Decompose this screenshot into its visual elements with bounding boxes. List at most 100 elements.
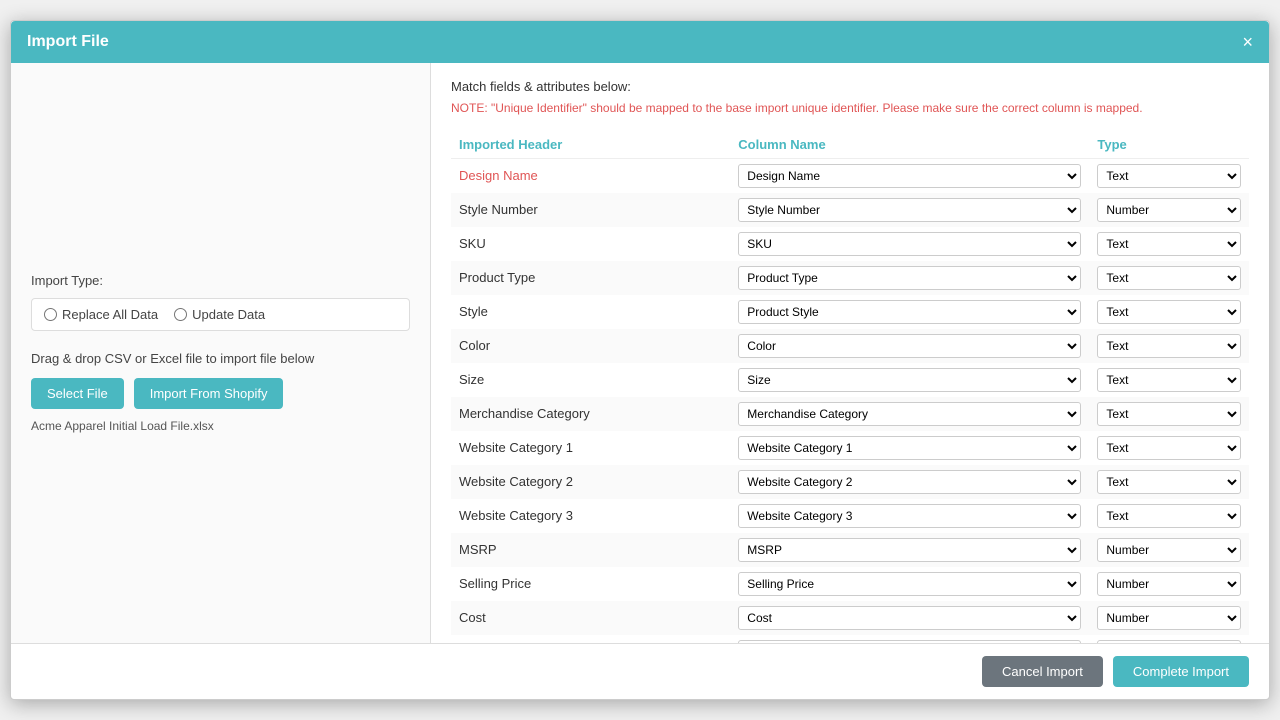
modal-title: Import File	[27, 33, 109, 51]
imported-header-cell: Merchandise Category	[451, 397, 730, 431]
type-cell: TextNumberDateBoolean	[1089, 635, 1249, 643]
column-name-cell: Design NameStyle NumberSKUProduct TypePr…	[730, 499, 1089, 533]
imported-header-cell: Best Seller Flag	[451, 635, 730, 643]
type-cell: TextNumberDateBoolean	[1089, 363, 1249, 397]
file-button-row: Select File Import From Shopify	[31, 378, 410, 409]
update-data-radio[interactable]	[174, 308, 187, 321]
note-text: NOTE: "Unique Identifier" should be mapp…	[451, 100, 1249, 117]
column-name-cell: Design NameStyle NumberSKUProduct TypePr…	[730, 227, 1089, 261]
column-name-cell: Design NameStyle NumberSKUProduct TypePr…	[730, 635, 1089, 643]
type-cell: TextNumberDateBoolean	[1089, 431, 1249, 465]
type-select[interactable]: TextNumberDateBoolean	[1097, 470, 1241, 494]
type-cell: TextNumberDateBoolean	[1089, 329, 1249, 363]
type-cell: TextNumberDateBoolean	[1089, 567, 1249, 601]
column-name-select[interactable]: Design NameStyle NumberSKUProduct TypePr…	[738, 402, 1081, 426]
imported-header-cell: Style	[451, 295, 730, 329]
imported-header-cell: Product Type	[451, 261, 730, 295]
column-name-cell: Design NameStyle NumberSKUProduct TypePr…	[730, 329, 1089, 363]
type-cell: TextNumberDateBoolean	[1089, 499, 1249, 533]
column-name-select[interactable]: Design NameStyle NumberSKUProduct TypePr…	[738, 470, 1081, 494]
field-mapping-table: Imported Header Column Name Type Design …	[451, 131, 1249, 643]
type-cell: TextNumberDateBoolean	[1089, 465, 1249, 499]
imported-header-cell: Cost	[451, 601, 730, 635]
column-name-select[interactable]: Design NameStyle NumberSKUProduct TypePr…	[738, 606, 1081, 630]
modal-footer: Cancel Import Complete Import	[11, 643, 1269, 699]
close-button[interactable]: ×	[1242, 33, 1253, 51]
imported-header-cell: Design Name	[451, 158, 730, 193]
imported-header-cell: SKU	[451, 227, 730, 261]
left-panel: Import Type: Replace All Data Update Dat…	[11, 63, 431, 643]
type-col: Type	[1089, 131, 1249, 159]
type-select[interactable]: TextNumberDateBoolean	[1097, 368, 1241, 392]
imported-header-cell: Color	[451, 329, 730, 363]
column-name-select[interactable]: Design NameStyle NumberSKUProduct TypePr…	[738, 266, 1081, 290]
replace-all-radio[interactable]	[44, 308, 57, 321]
column-name-col: Column Name	[730, 131, 1089, 159]
type-cell: TextNumberDateBoolean	[1089, 193, 1249, 227]
file-name-display: Acme Apparel Initial Load File.xlsx	[31, 419, 410, 433]
column-name-cell: Design NameStyle NumberSKUProduct TypePr…	[730, 193, 1089, 227]
select-file-button[interactable]: Select File	[31, 378, 124, 409]
column-name-cell: Design NameStyle NumberSKUProduct TypePr…	[730, 158, 1089, 193]
column-name-cell: Design NameStyle NumberSKUProduct TypePr…	[730, 567, 1089, 601]
column-name-select[interactable]: Design NameStyle NumberSKUProduct TypePr…	[738, 504, 1081, 528]
type-select[interactable]: TextNumberDateBoolean	[1097, 504, 1241, 528]
type-select[interactable]: TextNumberDateBoolean	[1097, 572, 1241, 596]
column-name-select[interactable]: Design NameStyle NumberSKUProduct TypePr…	[738, 198, 1081, 222]
column-name-select[interactable]: Design NameStyle NumberSKUProduct TypePr…	[738, 572, 1081, 596]
type-select[interactable]: TextNumberDateBoolean	[1097, 538, 1241, 562]
update-data-radio-label[interactable]: Update Data	[174, 307, 265, 322]
replace-all-radio-label[interactable]: Replace All Data	[44, 307, 158, 322]
imported-header-cell: Website Category 1	[451, 431, 730, 465]
column-name-select[interactable]: Design NameStyle NumberSKUProduct TypePr…	[738, 436, 1081, 460]
type-select[interactable]: TextNumberDateBoolean	[1097, 436, 1241, 460]
match-fields-title: Match fields & attributes below:	[451, 79, 1249, 94]
column-name-select[interactable]: Design NameStyle NumberSKUProduct TypePr…	[738, 232, 1081, 256]
type-select[interactable]: TextNumberDateBoolean	[1097, 300, 1241, 324]
column-name-cell: Design NameStyle NumberSKUProduct TypePr…	[730, 397, 1089, 431]
type-select[interactable]: TextNumberDateBoolean	[1097, 334, 1241, 358]
imported-header-cell: Website Category 3	[451, 499, 730, 533]
modal-body: Import Type: Replace All Data Update Dat…	[11, 63, 1269, 643]
column-name-select[interactable]: Design NameStyle NumberSKUProduct TypePr…	[738, 164, 1081, 188]
type-cell: TextNumberDateBoolean	[1089, 533, 1249, 567]
type-cell: TextNumberDateBoolean	[1089, 227, 1249, 261]
column-name-cell: Design NameStyle NumberSKUProduct TypePr…	[730, 295, 1089, 329]
imported-header-cell: MSRP	[451, 533, 730, 567]
type-cell: TextNumberDateBoolean	[1089, 295, 1249, 329]
type-select[interactable]: TextNumberDateBoolean	[1097, 402, 1241, 426]
drag-drop-text: Drag & drop CSV or Excel file to import …	[31, 351, 410, 366]
update-data-label: Update Data	[192, 307, 265, 322]
column-name-select[interactable]: Design NameStyle NumberSKUProduct TypePr…	[738, 300, 1081, 324]
modal-header: Import File ×	[11, 21, 1269, 63]
imported-header-cell: Style Number	[451, 193, 730, 227]
right-panel: Match fields & attributes below: NOTE: "…	[431, 63, 1269, 643]
column-name-cell: Design NameStyle NumberSKUProduct TypePr…	[730, 363, 1089, 397]
complete-import-button[interactable]: Complete Import	[1113, 656, 1249, 687]
column-name-cell: Design NameStyle NumberSKUProduct TypePr…	[730, 465, 1089, 499]
imported-header-cell: Selling Price	[451, 567, 730, 601]
import-type-label: Import Type:	[31, 273, 410, 288]
replace-all-label: Replace All Data	[62, 307, 158, 322]
column-name-select[interactable]: Design NameStyle NumberSKUProduct TypePr…	[738, 368, 1081, 392]
import-shopify-button[interactable]: Import From Shopify	[134, 378, 284, 409]
imported-header-cell: Website Category 2	[451, 465, 730, 499]
column-name-cell: Design NameStyle NumberSKUProduct TypePr…	[730, 533, 1089, 567]
type-cell: TextNumberDateBoolean	[1089, 397, 1249, 431]
column-name-select[interactable]: Design NameStyle NumberSKUProduct TypePr…	[738, 538, 1081, 562]
type-select[interactable]: TextNumberDateBoolean	[1097, 164, 1241, 188]
type-select[interactable]: TextNumberDateBoolean	[1097, 266, 1241, 290]
type-cell: TextNumberDateBoolean	[1089, 601, 1249, 635]
type-cell: TextNumberDateBoolean	[1089, 261, 1249, 295]
column-name-select[interactable]: Design NameStyle NumberSKUProduct TypePr…	[738, 334, 1081, 358]
cancel-import-button[interactable]: Cancel Import	[982, 656, 1103, 687]
column-name-cell: Design NameStyle NumberSKUProduct TypePr…	[730, 601, 1089, 635]
type-select[interactable]: TextNumberDateBoolean	[1097, 232, 1241, 256]
type-select[interactable]: TextNumberDateBoolean	[1097, 198, 1241, 222]
import-type-radio-group: Replace All Data Update Data	[31, 298, 410, 331]
column-name-cell: Design NameStyle NumberSKUProduct TypePr…	[730, 261, 1089, 295]
imported-header-cell: Size	[451, 363, 730, 397]
column-name-cell: Design NameStyle NumberSKUProduct TypePr…	[730, 431, 1089, 465]
type-select[interactable]: TextNumberDateBoolean	[1097, 606, 1241, 630]
imported-header-col: Imported Header	[451, 131, 730, 159]
